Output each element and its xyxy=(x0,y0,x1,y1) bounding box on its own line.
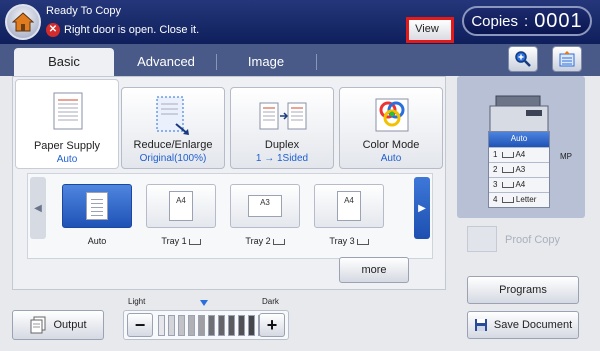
programs-button[interactable]: Programs xyxy=(467,276,579,304)
tray-label: Tray 1 xyxy=(146,236,216,246)
density-step[interactable] xyxy=(198,315,205,336)
scroll-right-button[interactable]: ▶ xyxy=(414,177,430,239)
tray-icon xyxy=(501,166,514,173)
density-light-label: Light xyxy=(128,297,146,306)
save-document-label: Save Document xyxy=(493,319,573,331)
proof-copy-checkbox[interactable] xyxy=(467,226,497,252)
tray-icon xyxy=(188,238,201,245)
duplex-icon xyxy=(259,102,307,130)
density-step[interactable] xyxy=(218,315,225,336)
status-title: Ready To Copy xyxy=(46,5,122,17)
tray-list-item-auto[interactable]: Auto xyxy=(489,132,549,147)
save-document-button[interactable]: Save Document xyxy=(467,311,579,339)
mp-tray-label: MP xyxy=(560,152,572,161)
machine-tray-list: Auto 1 A4 2 A3 3 A4 4 Letter xyxy=(488,131,550,208)
tray-list-item[interactable]: 4 Letter xyxy=(489,192,549,207)
settings-list-icon xyxy=(559,51,575,67)
tray-option-1[interactable]: A4 xyxy=(146,184,216,228)
tab-advanced[interactable]: Advanced xyxy=(116,48,216,76)
copies-separator: : xyxy=(524,12,529,30)
density-decrease-button[interactable]: − xyxy=(127,313,153,337)
duplex-button[interactable]: Duplex 1 → 1Sided xyxy=(230,87,334,169)
programs-label: Programs xyxy=(499,284,547,296)
density-step[interactable] xyxy=(238,315,245,336)
tray-icon xyxy=(356,238,369,245)
output-icon xyxy=(30,316,46,334)
save-disk-icon xyxy=(474,319,487,331)
reduce-enlarge-icon xyxy=(156,96,189,135)
output-button[interactable]: Output xyxy=(12,310,104,340)
copies-label: Copies xyxy=(471,12,519,30)
error-icon: ✕ xyxy=(46,23,60,37)
tray-label: Tray 2 xyxy=(230,236,300,246)
copies-counter[interactable]: Copies : 0001 xyxy=(462,6,592,36)
tab-divider xyxy=(316,54,317,70)
paper-icon xyxy=(53,92,83,130)
paper-size-icon: A3 xyxy=(248,195,282,217)
tray-selector: ◀ Auto A4 Tray 1 A3 Tray 2 A4 Tray 3 ▶ xyxy=(27,173,433,259)
color-mode-label: Color Mode xyxy=(362,139,420,151)
paper-supply-label: Paper Supply xyxy=(33,140,101,152)
output-label: Output xyxy=(53,319,87,331)
density-step[interactable] xyxy=(188,315,195,336)
reduce-enlarge-value: Original(100%) xyxy=(139,153,207,164)
paper-supply-button[interactable]: Paper Supply Auto xyxy=(15,79,119,169)
basic-panel: Paper Supply Auto Reduce/Enlarge Origina… xyxy=(12,76,446,290)
density-level-bars xyxy=(158,315,265,336)
tray-icon xyxy=(272,238,285,245)
density-dark-label: Dark xyxy=(262,297,279,306)
duplex-value: 1 → 1Sided xyxy=(255,153,309,164)
status-header: Ready To Copy ✕ Right door is open. Clos… xyxy=(0,0,600,44)
status-message: Right door is open. Close it. xyxy=(64,24,200,36)
tray-icon xyxy=(501,196,514,203)
paper-size-icon: A4 xyxy=(169,191,193,221)
preview-zoom-button[interactable] xyxy=(508,46,538,72)
tray-icon xyxy=(501,151,514,158)
tray-option-2[interactable]: A3 xyxy=(230,184,300,228)
duplex-label: Duplex xyxy=(264,139,300,151)
tab-basic[interactable]: Basic xyxy=(14,48,114,76)
density-step[interactable] xyxy=(228,315,235,336)
paper-size-icon: A4 xyxy=(337,191,361,221)
scroll-left-button[interactable]: ◀ xyxy=(30,177,46,239)
reduce-enlarge-label: Reduce/Enlarge xyxy=(133,139,213,151)
color-mode-button[interactable]: Color Mode Auto xyxy=(339,87,443,169)
density-control: − + xyxy=(123,310,289,340)
more-button[interactable]: more xyxy=(339,257,409,283)
density-increase-button[interactable]: + xyxy=(259,313,285,337)
color-wheel-icon xyxy=(375,98,409,132)
density-step[interactable] xyxy=(158,315,165,336)
proof-copy-label: Proof Copy xyxy=(505,234,561,246)
zoom-icon xyxy=(515,51,531,67)
tray-list-item[interactable]: 3 A4 xyxy=(489,177,549,192)
tray-option-3[interactable]: A4 xyxy=(314,184,384,228)
view-button[interactable]: View xyxy=(406,17,454,43)
density-step[interactable] xyxy=(168,315,175,336)
color-mode-value: Auto xyxy=(380,153,402,164)
density-step[interactable] xyxy=(248,315,255,336)
home-button[interactable] xyxy=(5,4,41,40)
density-step[interactable] xyxy=(178,315,185,336)
tray-option-auto[interactable] xyxy=(62,184,132,228)
tray-label: Auto xyxy=(87,236,107,246)
tray-label: Tray 3 xyxy=(314,236,384,246)
reduce-enlarge-button[interactable]: Reduce/Enlarge Original(100%) xyxy=(121,87,225,169)
tray-list-item[interactable]: 1 A4 xyxy=(489,147,549,162)
paper-supply-value: Auto xyxy=(56,154,78,165)
home-icon xyxy=(12,12,34,32)
paper-icon xyxy=(86,192,108,220)
tray-icon xyxy=(501,181,514,188)
density-step[interactable] xyxy=(208,315,215,336)
tab-image[interactable]: Image xyxy=(216,48,316,76)
density-default-marker xyxy=(200,300,208,306)
job-settings-button[interactable] xyxy=(552,46,582,72)
copies-value: 0001 xyxy=(534,9,583,32)
tray-list-item[interactable]: 2 A3 xyxy=(489,162,549,177)
